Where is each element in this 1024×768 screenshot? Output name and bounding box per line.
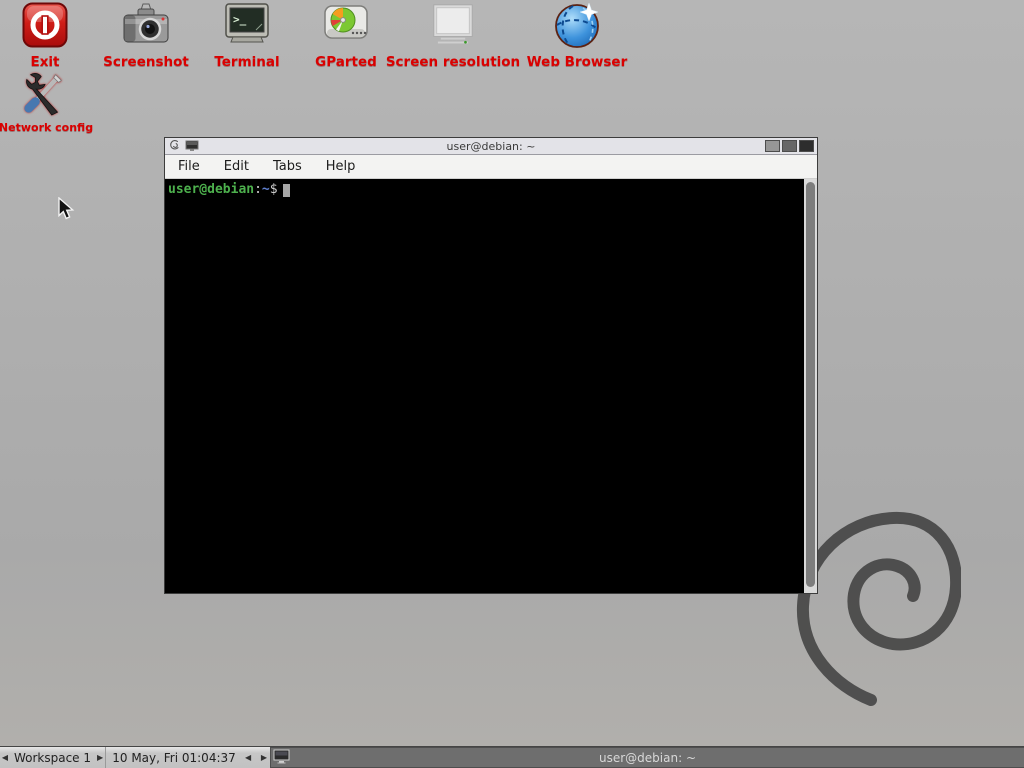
switcher-left-icon[interactable]: ◀ — [245, 753, 251, 762]
desktop-icon-screen-resolution[interactable]: Screen resolution — [383, 1, 523, 70]
menu-tabs[interactable]: Tabs — [271, 157, 304, 176]
taskbar-window-button[interactable]: user@debian: ~ — [270, 747, 1024, 768]
desktop-icon-terminal[interactable]: >_ Terminal — [202, 1, 292, 70]
menu-edit[interactable]: Edit — [222, 157, 251, 176]
desktop-icon-gparted[interactable]: GParted — [301, 1, 391, 70]
desktop-icon-exit[interactable]: Exit — [15, 1, 75, 70]
taskbar-window-title: user@debian: ~ — [271, 751, 1024, 765]
clock: 10 May, Fri 01:04:37 — [106, 747, 242, 768]
tools-icon — [22, 68, 70, 116]
prompt-path: ~ — [262, 182, 270, 197]
power-icon — [21, 1, 69, 49]
terminal-cursor — [283, 184, 290, 197]
workspace-label: Workspace 1 — [14, 751, 91, 765]
desktop-icon-screenshot[interactable]: Screenshot — [91, 1, 201, 70]
terminal-icon: >_ — [223, 1, 271, 49]
maximize-button[interactable] — [782, 140, 797, 152]
terminal-prompt-line: user@debian:~$ — [165, 179, 804, 593]
terminal-app-mini-icon — [185, 137, 199, 156]
minimize-button[interactable] — [765, 140, 780, 152]
prompt-dollar: $ — [270, 182, 278, 197]
disk-partition-icon — [322, 1, 370, 49]
terminal-content[interactable]: user@debian:~$ — [165, 179, 817, 593]
prompt-colon: : — [254, 182, 262, 197]
switcher-right-icon[interactable]: ▶ — [261, 753, 267, 762]
monitor-icon — [429, 1, 477, 49]
menu-help[interactable]: Help — [324, 157, 358, 176]
scrollbar-track[interactable] — [804, 179, 817, 593]
taskbar: ◀ Workspace 1 ▶ 10 May, Fri 01:04:37 ◀ ▶… — [0, 746, 1024, 768]
workspace-next-icon[interactable]: ▶ — [97, 753, 103, 762]
close-button[interactable] — [799, 140, 814, 152]
scrollbar-thumb[interactable] — [806, 182, 815, 587]
mouse-cursor — [57, 197, 77, 225]
prompt-user-host: user@debian — [168, 182, 254, 197]
globe-icon — [553, 1, 601, 49]
desktop-icon-web-browser[interactable]: Web Browser — [517, 1, 637, 70]
desktop-icon-label: Network config — [0, 121, 93, 134]
titlebar[interactable]: user@debian: ~ — [165, 138, 817, 155]
desktop-icon-label: Terminal — [214, 54, 279, 70]
debian-swirl-logo — [793, 502, 961, 711]
camera-icon — [122, 1, 170, 49]
desktop-icon-label: Screen resolution — [386, 54, 520, 70]
desktop-icon-label: Screenshot — [103, 54, 189, 70]
menubar: File Edit Tabs Help — [165, 155, 817, 179]
workspace-pager[interactable]: ◀ Workspace 1 ▶ — [0, 747, 106, 768]
desktop-icon-label: GParted — [315, 54, 377, 70]
window-title: user@debian: ~ — [240, 140, 742, 153]
desktop-icon-label: Web Browser — [527, 54, 627, 70]
svg-text:>_: >_ — [233, 13, 247, 26]
terminal-window: user@debian: ~ File Edit Tabs Help user@… — [164, 137, 818, 594]
workspace-prev-icon[interactable]: ◀ — [2, 753, 8, 762]
debian-swirl-mini-icon — [168, 137, 180, 156]
desktop-icon-network-config[interactable]: Network config — [0, 68, 96, 134]
menu-file[interactable]: File — [176, 157, 202, 176]
